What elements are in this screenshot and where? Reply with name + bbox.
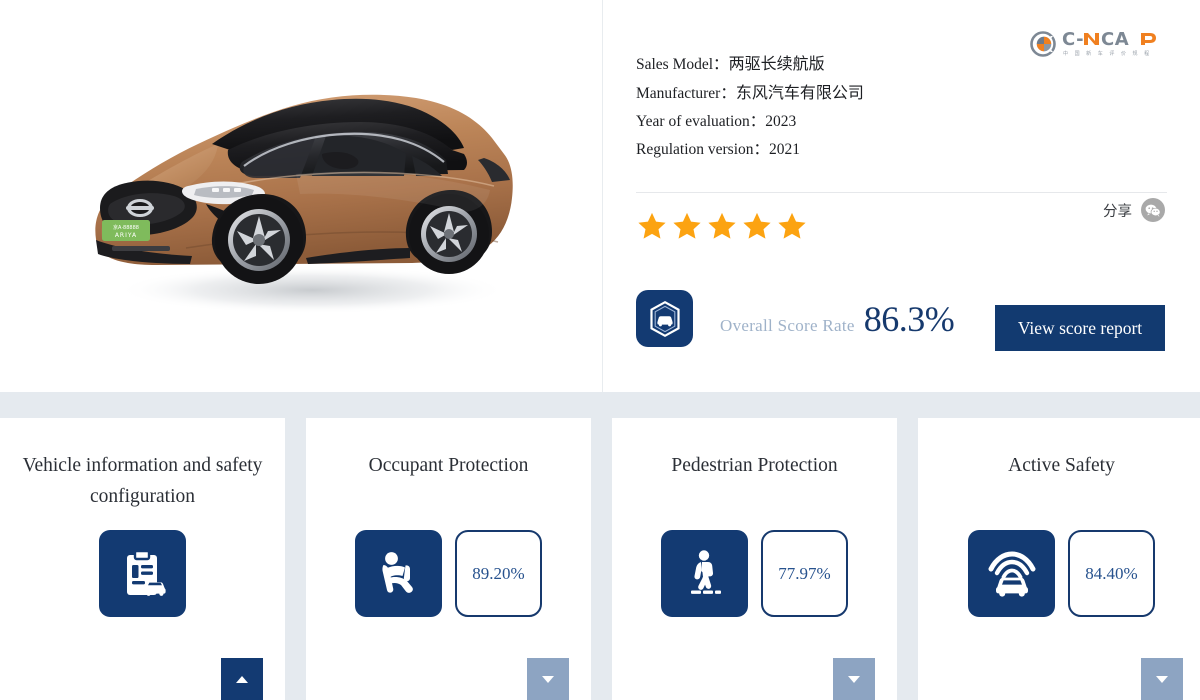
spec-value: 东风汽车有限公司 — [735, 83, 864, 102]
category-score-value: 89.20% — [455, 530, 542, 617]
star-rating — [636, 210, 808, 242]
card-toggle-button[interactable] — [833, 658, 875, 700]
spec-value: 两驱长续航版 — [728, 54, 825, 73]
caret-down-icon — [1156, 675, 1168, 683]
spec-row-regulation-version: Regulation version：2021 — [636, 136, 864, 164]
cncap-circle-logo-icon — [1030, 30, 1056, 57]
card-body — [0, 530, 285, 617]
cncap-vehicle-result-page: 京A·88888 ARIYA C- CA 中 国 新 车 评 价 规 程 Sal… — [0, 0, 1200, 700]
seated-occupant-glyph-icon — [381, 551, 413, 593]
card-toggle-button[interactable] — [527, 658, 569, 700]
vehicle-image-pane: 京A·88888 ARIYA — [0, 0, 603, 392]
wechat-glyph-icon — [1145, 204, 1161, 217]
pedestrian-crosswalk-glyph-icon — [690, 549, 721, 594]
category-card-pedestrian-protection[interactable]: Pedestrian Protection 77.97% — [612, 418, 897, 700]
vehicle-spec-list: Sales Model：两驱长续航版 Manufacturer：东风汽车有限公司… — [636, 50, 864, 164]
car-radar-sensor-icon — [968, 530, 1055, 617]
category-card-strip: Vehicle information and safety configura… — [0, 418, 1200, 700]
spec-label: Year of evaluation： — [636, 113, 766, 130]
category-card-active-safety[interactable]: Active Safety 84.40% — [918, 418, 1200, 700]
star-icon — [708, 212, 736, 239]
star-icon — [743, 212, 771, 239]
card-title: Pedestrian Protection — [671, 455, 838, 476]
spec-value: 2023 — [765, 113, 797, 130]
caret-down-icon — [542, 675, 554, 683]
svg-text:ARIYA: ARIYA — [115, 232, 137, 239]
spec-label: Sales Model： — [636, 56, 729, 73]
card-gap — [897, 418, 918, 700]
wechat-icon[interactable] — [1141, 198, 1165, 222]
svg-text:CA: CA — [1101, 30, 1129, 49]
card-gap — [591, 418, 612, 700]
card-body: 84.40% — [918, 530, 1200, 617]
vehicle-info-pane: C- CA 中 国 新 车 评 价 规 程 Sales Model：两驱长续航版… — [603, 0, 1200, 392]
spec-label: Regulation version： — [636, 141, 770, 158]
card-title: Occupant Protection — [368, 455, 529, 476]
category-card-vehicle-information[interactable]: Vehicle information and safety configura… — [0, 418, 285, 700]
category-card-occupant-protection[interactable]: Occupant Protection 89.20% — [306, 418, 591, 700]
cncap-logo[interactable]: C- CA 中 国 新 车 评 价 规 程 — [1030, 30, 1160, 57]
svg-text:C-: C- — [1062, 30, 1084, 49]
card-gap — [285, 418, 306, 700]
car-radar-sensor-glyph-icon — [988, 550, 1035, 597]
caret-down-icon — [848, 675, 860, 683]
svg-text:京A·88888: 京A·88888 — [113, 224, 139, 231]
overall-score-label: Overall Score Rate — [720, 315, 855, 335]
pedestrian-crosswalk-icon — [661, 530, 748, 617]
vehicle-photo: 京A·88888 ARIYA — [95, 94, 513, 314]
category-score-value: 77.97% — [761, 530, 848, 617]
seated-occupant-icon — [355, 530, 442, 617]
spec-label: Manufacturer： — [636, 85, 736, 102]
star-icon — [778, 212, 806, 239]
spec-row-year-of-evaluation: Year of evaluation：2023 — [636, 108, 864, 136]
overall-score-value: 86.3% — [863, 298, 955, 339]
section-divider — [636, 192, 1167, 193]
overall-score-row: Overall Score Rate 86.3% — [636, 290, 955, 347]
view-score-report-button[interactable]: View score report — [995, 305, 1165, 351]
card-body: 89.20% — [306, 530, 591, 617]
star-icon — [673, 212, 701, 239]
caret-up-icon — [236, 675, 248, 683]
clipboard-car-icon — [99, 530, 186, 617]
cncap-wordmark: C- CA 中 国 新 车 评 价 规 程 — [1062, 30, 1160, 57]
share-label: 分享 — [1103, 203, 1132, 220]
hexagon-car-shield-icon — [636, 290, 693, 347]
spec-row-manufacturer: Manufacturer：东风汽车有限公司 — [636, 79, 864, 108]
star-icon — [638, 212, 666, 239]
card-body: 77.97% — [612, 530, 897, 617]
vehicle-summary-panel: 京A·88888 ARIYA C- CA 中 国 新 车 评 价 规 程 Sal… — [0, 0, 1200, 392]
clipboard-car-glyph-icon — [126, 549, 166, 596]
share-control[interactable]: 分享 — [1103, 198, 1165, 222]
spec-value: 2021 — [769, 141, 801, 158]
hexagon-car-shield-glyph-icon — [649, 300, 680, 337]
card-title: Active Safety — [1008, 455, 1115, 476]
card-toggle-button[interactable] — [1141, 658, 1183, 700]
spec-row-sales-model: Sales Model：两驱长续航版 — [636, 50, 864, 79]
card-toggle-button[interactable] — [221, 658, 263, 700]
cncap-wordmark-icon: C- CA — [1062, 30, 1156, 49]
category-score-value: 84.40% — [1068, 530, 1155, 617]
overall-score-text: Overall Score Rate 86.3% — [720, 298, 955, 340]
cncap-logo-subtitle: 中 国 新 车 评 价 规 程 — [1063, 51, 1152, 57]
card-title: Vehicle information and safety configura… — [22, 455, 263, 507]
